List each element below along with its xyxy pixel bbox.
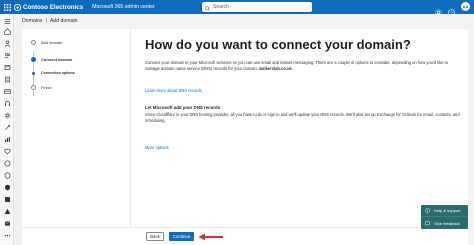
brand-name: Contoso Electronics (23, 3, 84, 11)
settings-nav-icon[interactable] (3, 111, 11, 119)
avatar[interactable]: AA (461, 2, 470, 11)
more-icon[interactable] (3, 231, 11, 239)
support-icon[interactable] (3, 99, 11, 107)
home-icon[interactable] (3, 27, 11, 35)
step-add-domain[interactable]: Add domain (31, 40, 62, 45)
wizard-card: Add domain Connect domain Connection opt… (22, 29, 468, 245)
top-bar: Contoso Electronics Microsoft 365 admin … (0, 0, 474, 16)
svg-text:?: ? (450, 10, 453, 15)
app-name[interactable]: Microsoft 365 admin center (92, 4, 155, 10)
setup-icon[interactable] (3, 123, 11, 131)
roles-icon[interactable] (3, 63, 11, 71)
left-nav (0, 14, 14, 245)
search-placeholder: Search (213, 4, 229, 10)
step-label: Connection options (41, 71, 75, 75)
help-panel: ? Help & support Give feedback (421, 205, 468, 229)
main-content: How do you want to connect your domain? … (145, 37, 460, 154)
compliance-icon[interactable] (3, 183, 11, 191)
description: Connect your domain to your Microsoft se… (145, 60, 460, 72)
feedback-icon (425, 221, 430, 226)
help-support-button[interactable]: ? Help & support (421, 205, 468, 217)
menu-icon[interactable] (3, 17, 11, 25)
groups-icon[interactable] (3, 51, 11, 59)
step-connection-options[interactable]: Connection options (31, 71, 75, 75)
give-feedback-button[interactable]: Give feedback (421, 217, 468, 229)
breadcrumb-add-domain: Add domain (49, 17, 78, 24)
step-label: Add domain (41, 40, 63, 45)
users-icon[interactable] (3, 39, 11, 47)
more-options-link[interactable]: More options (145, 145, 169, 150)
step-current-icon (31, 57, 36, 62)
search-icon (205, 0, 210, 16)
help-support-label: Help & support (434, 208, 461, 213)
annotation-arrow-icon (198, 233, 223, 241)
step-pending-icon (31, 85, 36, 90)
reports-icon[interactable] (3, 135, 11, 143)
give-feedback-label: Give feedback (434, 220, 460, 226)
divider (130, 29, 131, 245)
azure-ad-icon[interactable] (3, 207, 11, 215)
step-finish[interactable]: Finish (31, 85, 52, 90)
breadcrumb-separator: | (45, 17, 47, 24)
option-description: Since Cloudflare is your DNS hosting pro… (145, 112, 460, 123)
breadcrumb-domains[interactable]: Domains (22, 18, 42, 24)
app-launcher-icon[interactable] (0, 0, 14, 14)
page-title: How do you want to connect your domain? (145, 37, 411, 52)
endpoint-manager-icon[interactable] (3, 195, 11, 203)
billing-icon[interactable] (3, 87, 11, 95)
step-connect-domain[interactable]: Connect domain (31, 57, 72, 62)
svg-text:?: ? (427, 209, 429, 213)
step-label: Finish (41, 85, 52, 90)
option-title: Let Microsoft add your DNS records (145, 105, 221, 110)
wizard-footer: Back Continue (22, 227, 468, 245)
exchange-icon[interactable] (3, 219, 11, 227)
breadcrumb: Domains | Add domain (22, 16, 78, 25)
admin-centers-icon[interactable] (3, 159, 11, 167)
health-icon[interactable] (3, 147, 11, 155)
settings-icon[interactable] (435, 3, 442, 16)
brand-logo-icon (14, 3, 21, 11)
learn-more-link[interactable]: Learn more about DNS records (145, 88, 202, 93)
help-support-icon: ? (425, 208, 430, 213)
substep-icon (32, 71, 35, 75)
description-text: Connect your domain to your Microsoft se… (145, 60, 448, 71)
resources-icon[interactable] (3, 75, 11, 83)
domain-name: walkerslab.co.uk (259, 66, 292, 71)
back-button[interactable]: Back (146, 232, 164, 241)
continue-button[interactable]: Continue (169, 232, 194, 241)
help-icon[interactable]: ? (448, 3, 455, 16)
security-icon[interactable] (3, 171, 11, 179)
step-label: Connect domain (41, 57, 73, 62)
brand[interactable]: Contoso Electronics (14, 3, 84, 11)
search-input[interactable]: Search (202, 2, 312, 12)
step-done-icon (31, 40, 36, 45)
